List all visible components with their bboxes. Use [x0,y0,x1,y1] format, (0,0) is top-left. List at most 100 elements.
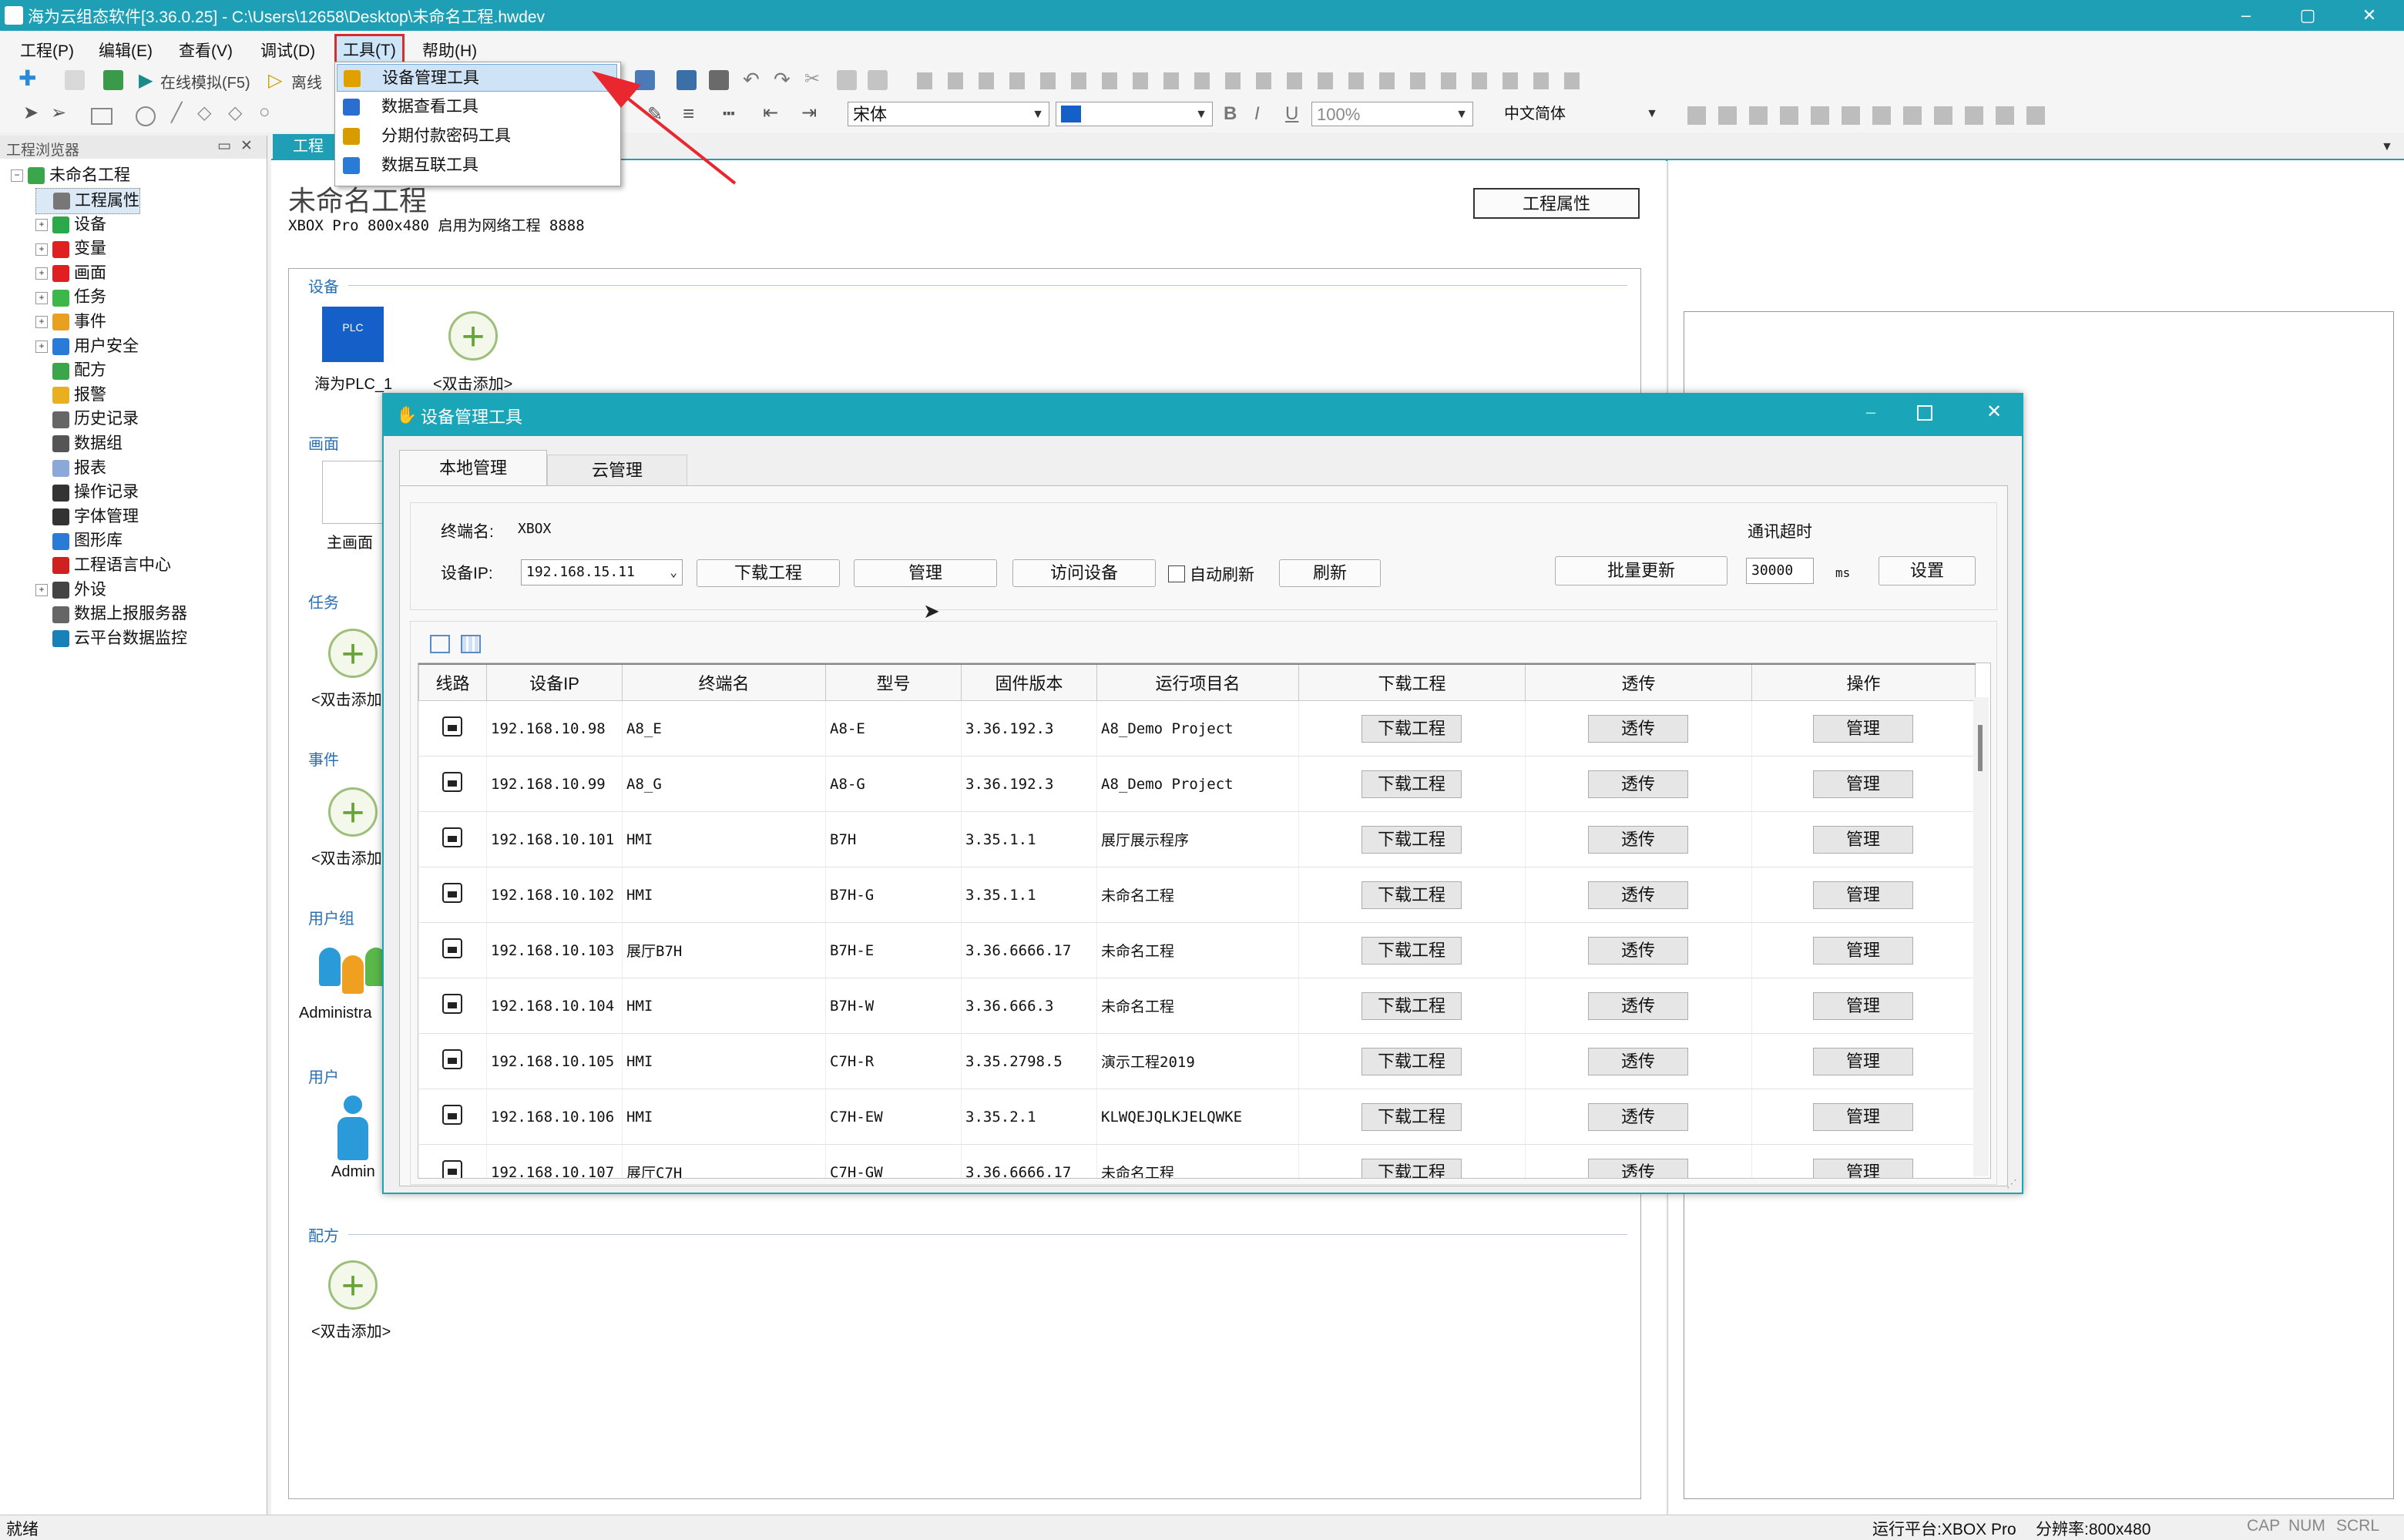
minimize-button[interactable]: – [2219,0,2273,31]
tree-item[interactable]: +报警 [35,383,106,408]
column-header[interactable]: 固件版本 [961,663,1097,701]
download-project-row-button[interactable]: 下载工程 [1361,881,1462,909]
tree-item[interactable]: + 设备 [35,213,106,237]
menu-debug[interactable]: 调试(D) [254,37,321,63]
underline-icon[interactable]: U [1285,103,1298,125]
expand-icon[interactable]: + [35,219,48,232]
italic-icon[interactable]: I [1254,103,1260,125]
offline-play-icon[interactable]: ▷ [268,69,282,92]
collapse-icon[interactable]: − [11,169,23,183]
user-icon[interactable] [337,1095,368,1162]
table-row[interactable]: 192.168.10.104 HMI B7H-W 3.36.666.3 未命名工程 下载工… [418,978,1976,1034]
tree-item[interactable]: + 事件 [35,310,106,334]
panel-close-icon[interactable]: ✕ [240,137,253,155]
pass-through-button[interactable]: 透传 [1588,881,1688,909]
pass-through-button[interactable]: 透传 [1588,991,1688,1020]
auto-refresh-checkbox[interactable] [1168,565,1185,582]
tab-local-management[interactable]: 本地管理 [399,450,547,486]
add-event-icon[interactable]: + [328,787,378,837]
dialog-minimize-button[interactable]: – [1866,402,1875,422]
language-select[interactable]: 中文简体 ▼ [1499,102,1663,126]
bold-icon[interactable]: B [1224,103,1237,125]
circle-icon[interactable] [136,106,156,126]
pass-through-button[interactable]: 透传 [1588,714,1688,743]
resize-grip-icon[interactable]: ⋰ [2006,1177,2017,1190]
table-row[interactable]: 192.168.10.107 展厅C7H C7H-GW 3.36.6666.17 未命名… [418,1144,1976,1178]
download-project-row-button[interactable]: 下载工程 [1361,825,1462,854]
diamond-icon[interactable]: ◇ [197,102,211,124]
menu-edit[interactable]: 编辑(E) [92,37,159,63]
manage-row-button[interactable]: 管理 [1813,714,1913,743]
visit-device-button[interactable]: 访问设备 [1012,559,1156,587]
download-project-row-button[interactable]: 下载工程 [1361,1102,1462,1131]
column-header[interactable]: 下载工程 [1298,663,1526,701]
list-view-icon[interactable] [430,635,450,653]
download-project-row-button[interactable]: 下载工程 [1361,770,1462,798]
panel-dropdown-icon[interactable]: ▼ [2381,140,2393,154]
table-row[interactable]: 192.168.10.102 HMI B7H-G 3.35.1.1 未命名工程 下载工程 透… [418,867,1976,923]
ellipse-icon[interactable]: ○ [259,102,270,123]
add-device-icon[interactable]: + [448,311,498,361]
tree-item[interactable]: + 外设 [35,578,106,602]
manage-row-button[interactable]: 管理 [1813,881,1913,909]
tree-root[interactable]: − 未命名工程 [11,163,130,188]
expand-icon[interactable]: + [35,584,48,597]
download-project-button[interactable]: 下载工程 [697,559,840,587]
pass-through-button[interactable]: 透传 [1588,770,1688,798]
manage-row-button[interactable]: 管理 [1813,825,1913,854]
download-project-row-button[interactable]: 下载工程 [1361,936,1462,965]
manage-button[interactable]: 管理 [854,559,997,587]
pass-through-button[interactable]: 透传 [1588,825,1688,854]
manage-row-button[interactable]: 管理 [1813,1047,1913,1075]
pass-through-button[interactable]: 透传 [1588,1102,1688,1131]
dialog-close-button[interactable]: ✕ [1986,401,2002,423]
project-properties-button[interactable]: 工程属性 [1473,188,1640,219]
tree-item[interactable]: +数据上报服务器 [35,602,187,626]
table-row[interactable]: 192.168.10.106 HMI C7H-EW 3.35.2.1 KLWQEJQLK… [418,1089,1976,1145]
set-button[interactable]: 设置 [1879,556,1976,585]
expand-icon[interactable]: + [35,291,48,304]
column-header[interactable]: 运行项目名 [1096,663,1299,701]
copy-icon[interactable] [837,70,857,90]
column-header[interactable]: 操作 [1751,663,1976,701]
column-header[interactable]: 型号 [825,663,962,701]
scrollbar-thumb[interactable] [1978,725,1983,771]
expand-icon[interactable]: + [35,243,48,256]
tree-item[interactable]: +字体管理 [35,505,139,529]
add-recipe-icon[interactable]: + [328,1260,378,1310]
column-header[interactable]: 透传 [1525,663,1752,701]
save-icon[interactable] [65,70,85,90]
download-project-row-button[interactable]: 下载工程 [1361,1047,1462,1075]
rectangle-icon[interactable] [91,108,112,125]
paste-icon[interactable] [868,70,888,90]
table-row[interactable]: 192.168.10.98 A8_E A8-E 3.36.192.3 A8_Demo P… [418,700,1976,757]
download-icon[interactable] [103,70,123,90]
tree-item[interactable]: + 变量 [35,237,106,261]
cut-icon[interactable]: ✂ [804,68,820,90]
manage-row-button[interactable]: 管理 [1813,770,1913,798]
pass-through-button[interactable]: 透传 [1588,1158,1688,1178]
main-screen-thumb[interactable] [322,461,388,524]
shape-tools-group[interactable] [1687,106,2050,125]
offline-simulation-button[interactable]: 离线 [291,70,322,92]
table-scrollbar[interactable] [1973,697,1989,1176]
manage-row-button[interactable]: 管理 [1813,1102,1913,1131]
font-select[interactable]: 宋体 ▼ [848,102,1049,126]
line-icon[interactable]: ╱ [171,102,182,124]
tree-item[interactable]: +报表 [35,456,106,481]
align-tools-group[interactable] [917,72,1595,89]
select-icon[interactable]: ➢ [51,102,66,124]
tree-item[interactable]: + 任务 [35,285,106,310]
batch-update-button[interactable]: 批量更新 [1555,556,1727,585]
download-project-row-button[interactable]: 下载工程 [1361,714,1462,743]
ip-select[interactable]: 192.168.15.11 ⌄ [521,559,683,585]
expand-icon[interactable]: + [35,267,48,280]
tree-item[interactable]: + 用户安全 [35,334,139,359]
tab-cloud-management[interactable]: 云管理 [547,455,687,486]
play-icon[interactable]: ▶ [139,69,153,92]
pointer-icon[interactable]: ➤ [23,102,39,124]
pin-icon[interactable]: ▭ [217,137,231,155]
polygon-icon[interactable]: ◇ [228,102,242,124]
redo-icon[interactable]: ↷ [774,68,791,92]
refresh-button[interactable]: 刷新 [1279,559,1381,587]
